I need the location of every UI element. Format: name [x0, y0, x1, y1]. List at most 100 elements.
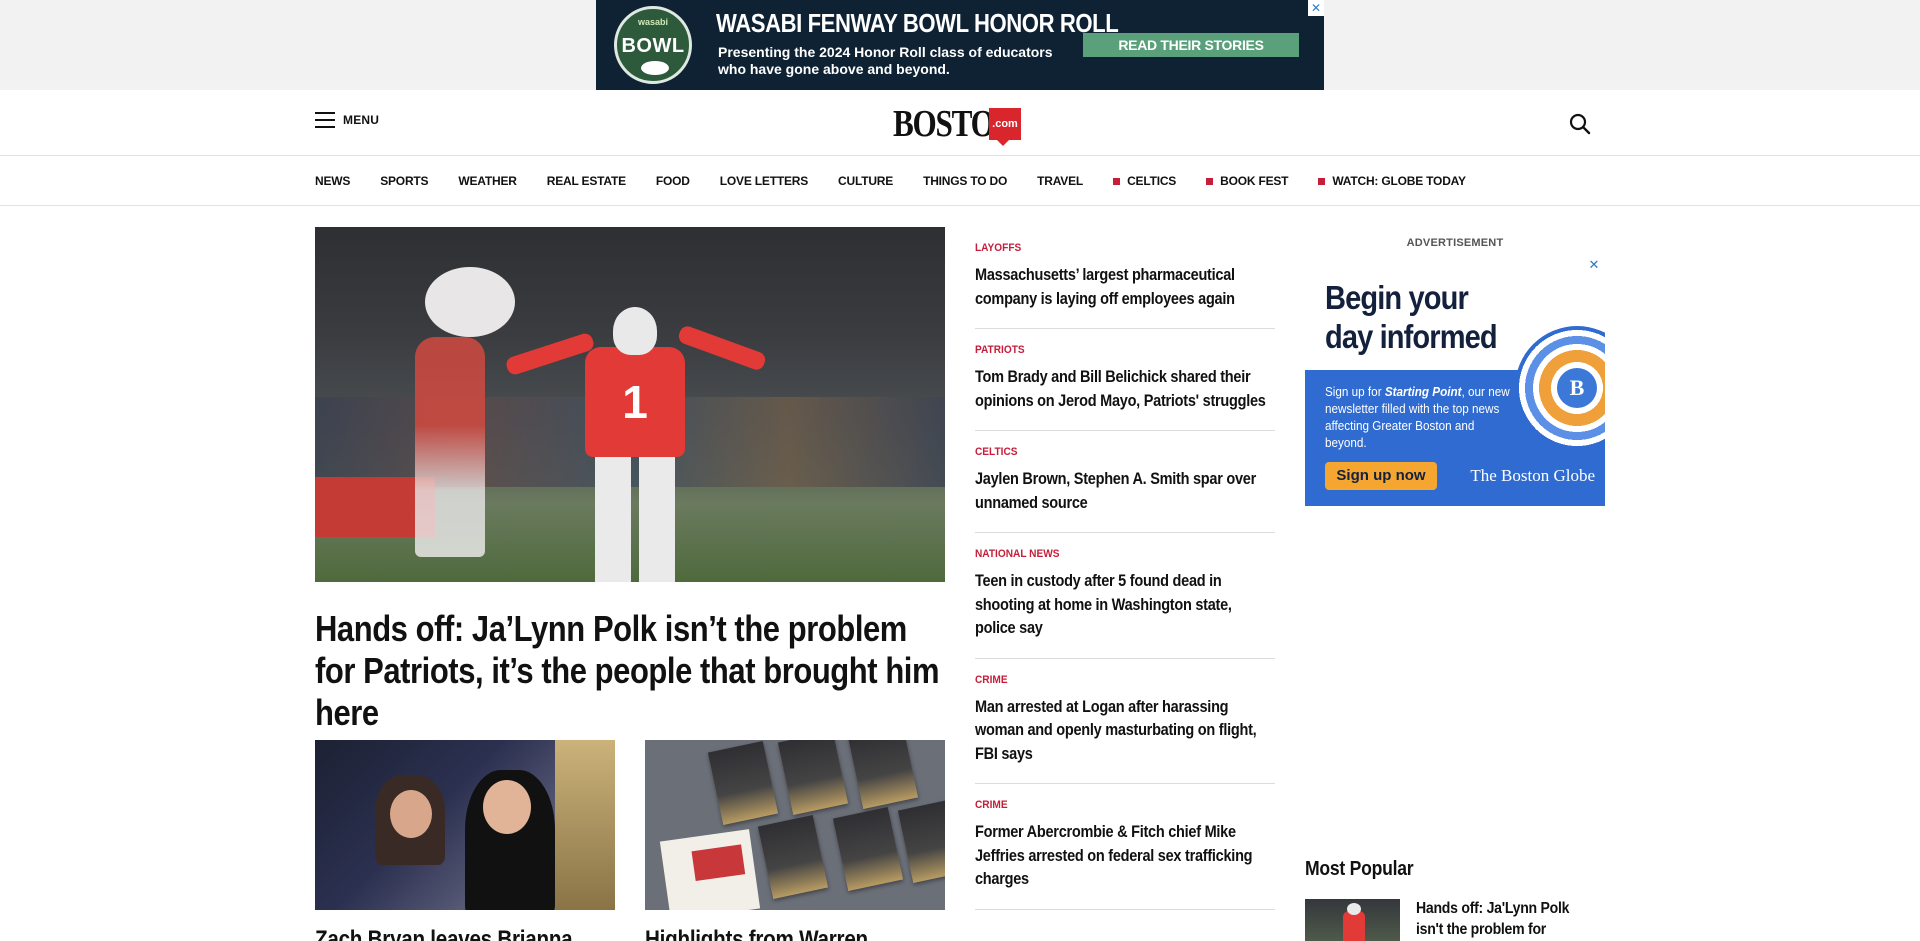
boston-com-logo[interactable]: BOSTON .com — [893, 102, 1021, 146]
photo-flyer — [659, 829, 761, 910]
cheerleader-pompom — [425, 267, 515, 337]
sign-up-button[interactable]: Sign up now — [1325, 462, 1437, 490]
story-category[interactable]: CRIME — [975, 799, 1251, 811]
nav-item-label: NEWS — [315, 174, 351, 188]
player-arm-right — [676, 324, 768, 372]
nav-item[interactable]: WEATHER — [458, 174, 517, 188]
list-item[interactable]: LAYOFFS Massachusetts’ largest pharmaceu… — [975, 227, 1275, 329]
nav-item-label: SPORTS — [380, 174, 429, 188]
nav-item[interactable]: CULTURE — [838, 174, 893, 188]
most-popular-heading: Most Popular — [1305, 858, 1414, 880]
nav-item-featured[interactable]: CELTICS — [1113, 174, 1176, 188]
list-item[interactable]: CRIME Former Abercrombie & Fitch chief M… — [975, 784, 1275, 910]
nav-item-label: BOOK FEST — [1220, 174, 1289, 188]
thumb-player — [1343, 911, 1365, 941]
nav-item[interactable]: FOOD — [656, 174, 690, 188]
logo-com-badge: .com — [989, 108, 1021, 146]
list-item[interactable]: CRIME Man arrested at Logan after harass… — [975, 659, 1275, 784]
flyer-name-block — [691, 844, 746, 882]
ad-headline: Begin your day informed — [1325, 279, 1498, 355]
section-nav: NEWS SPORTS WEATHER REAL ESTATE FOOD LOV… — [0, 157, 1920, 206]
nav-item[interactable]: TRAVEL — [1037, 174, 1083, 188]
list-item[interactable]: NATIONAL NEWS Teen in custody after 5 fo… — [975, 533, 1275, 659]
nav-item-label: TRAVEL — [1037, 174, 1084, 188]
red-square-icon — [1206, 177, 1214, 185]
nav-item-label: LOVE LETTERS — [719, 174, 809, 188]
photo-book — [757, 814, 829, 900]
story-category[interactable]: CRIME — [975, 674, 1251, 686]
ad-close-icon[interactable]: ✕ — [1308, 0, 1324, 16]
list-item[interactable]: CELTICS Jaylen Brown, Stephen A. Smith s… — [975, 431, 1275, 533]
newsletter-ad[interactable]: B Begin your day informed Sign up for St… — [1305, 256, 1605, 506]
red-square-icon — [1113, 177, 1121, 185]
nav-item-featured[interactable]: WATCH: GLOBE TODAY — [1318, 174, 1466, 188]
nav-item[interactable]: LOVE LETTERS — [720, 174, 808, 188]
fenway-bowl-logo-main: BOWL — [621, 35, 685, 57]
top-banner-ad[interactable]: wasabi BOWL WASABI FENWAY BOWL HONOR ROL… — [596, 0, 1324, 90]
story-category[interactable]: LAYOFFS — [975, 242, 1251, 254]
cheerleader — [415, 337, 485, 557]
fenway-bowl-logo: wasabi BOWL — [614, 6, 692, 84]
menu-button[interactable]: MENU — [315, 112, 379, 128]
photo-sequin-dress — [555, 740, 615, 910]
section-nav-list: NEWS SPORTS WEATHER REAL ESTATE FOOD LOV… — [315, 157, 1466, 205]
story-headline[interactable]: Massachusetts’ largest pharmaceutical co… — [975, 264, 1274, 311]
nav-item[interactable]: REAL ESTATE — [547, 174, 626, 188]
player-legs — [595, 455, 675, 582]
photo-book — [777, 740, 849, 816]
player-jersey: 1 — [585, 347, 685, 457]
top-ad-cta-button[interactable]: READ THEIR STORIES — [1083, 33, 1299, 57]
popular-item-title[interactable]: Hands off: Ja'Lynn Polk isn't the proble… — [1416, 898, 1574, 940]
logo-wordmark: BOSTON — [893, 103, 1016, 145]
photo-book — [707, 740, 779, 826]
story-category[interactable]: CELTICS — [975, 446, 1251, 458]
ad-close-icon[interactable]: ✕ — [1587, 258, 1601, 272]
hero-headline[interactable]: Hands off: Ja’Lynn Polk isn’t the proble… — [315, 608, 945, 734]
advertisement-label: ADVERTISEMENT — [1406, 237, 1504, 249]
headline-list: LAYOFFS Massachusetts’ largest pharmaceu… — [975, 227, 1275, 910]
photo-face — [390, 790, 432, 838]
story-headline[interactable]: Former Abercrombie & Fitch chief Mike Je… — [975, 821, 1274, 892]
sub-story-title[interactable]: Highlights from Warren — [645, 926, 868, 941]
player-helmet — [613, 307, 657, 355]
menu-label: MENU — [343, 113, 380, 127]
nav-item[interactable]: NEWS — [315, 174, 350, 188]
sub-story-title[interactable]: Zach Bryan leaves Brianna — [315, 926, 573, 941]
hamburger-icon — [315, 112, 335, 128]
nav-item[interactable]: SPORTS — [380, 174, 428, 188]
hero-story-image[interactable]: 1 — [315, 227, 945, 582]
top-ad-title: WASABI FENWAY BOWL HONOR ROLL — [716, 8, 1119, 38]
nav-item-label: CULTURE — [838, 174, 894, 188]
nav-item-label: FOOD — [655, 174, 690, 188]
nav-item-label: CELTICS — [1127, 174, 1177, 188]
story-headline[interactable]: Teen in custody after 5 found dead in sh… — [975, 570, 1274, 641]
nav-item-label: WEATHER — [458, 174, 517, 188]
nav-item-label: WATCH: GLOBE TODAY — [1332, 174, 1466, 188]
sub-story-image[interactable] — [315, 740, 615, 910]
thumb-helmet — [1347, 903, 1361, 915]
globe-b-icon: B — [1557, 368, 1597, 408]
list-item[interactable]: PATRIOTS Tom Brady and Bill Belichick sh… — [975, 329, 1275, 431]
boston-globe-wordmark: The Boston Globe — [1470, 466, 1595, 485]
search-icon[interactable] — [1568, 112, 1592, 136]
player-arm-left — [504, 331, 596, 377]
red-square-icon — [1318, 177, 1326, 185]
ad-copy: Sign up for Starting Point, our new news… — [1325, 383, 1514, 451]
nav-item-label: REAL ESTATE — [546, 174, 626, 188]
nav-item[interactable]: THINGS TO DO — [923, 174, 1007, 188]
top-ad-band: wasabi BOWL WASABI FENWAY BOWL HONOR ROL… — [0, 0, 1920, 90]
story-headline[interactable]: Tom Brady and Bill Belichick shared thei… — [975, 366, 1274, 413]
story-headline[interactable]: Man arrested at Logan after harassing wo… — [975, 696, 1274, 767]
nav-item-featured[interactable]: BOOK FEST — [1206, 174, 1289, 188]
ad-copy-pre: Sign up for — [1325, 384, 1385, 399]
photo-face — [483, 780, 531, 834]
story-category[interactable]: PATRIOTS — [975, 344, 1251, 356]
popular-item-thumbnail[interactable] — [1305, 899, 1400, 941]
photo-book — [897, 798, 945, 884]
top-ad-subtitle: Presenting the 2024 Honor Roll class of … — [718, 44, 1053, 77]
fenway-bowl-logo-top: wasabi — [637, 17, 668, 27]
story-headline[interactable]: Jaylen Brown, Stephen A. Smith spar over… — [975, 468, 1274, 515]
sub-story-image[interactable] — [645, 740, 945, 910]
site-header: MENU BOSTON .com — [0, 90, 1920, 156]
story-category[interactable]: NATIONAL NEWS — [975, 548, 1251, 560]
